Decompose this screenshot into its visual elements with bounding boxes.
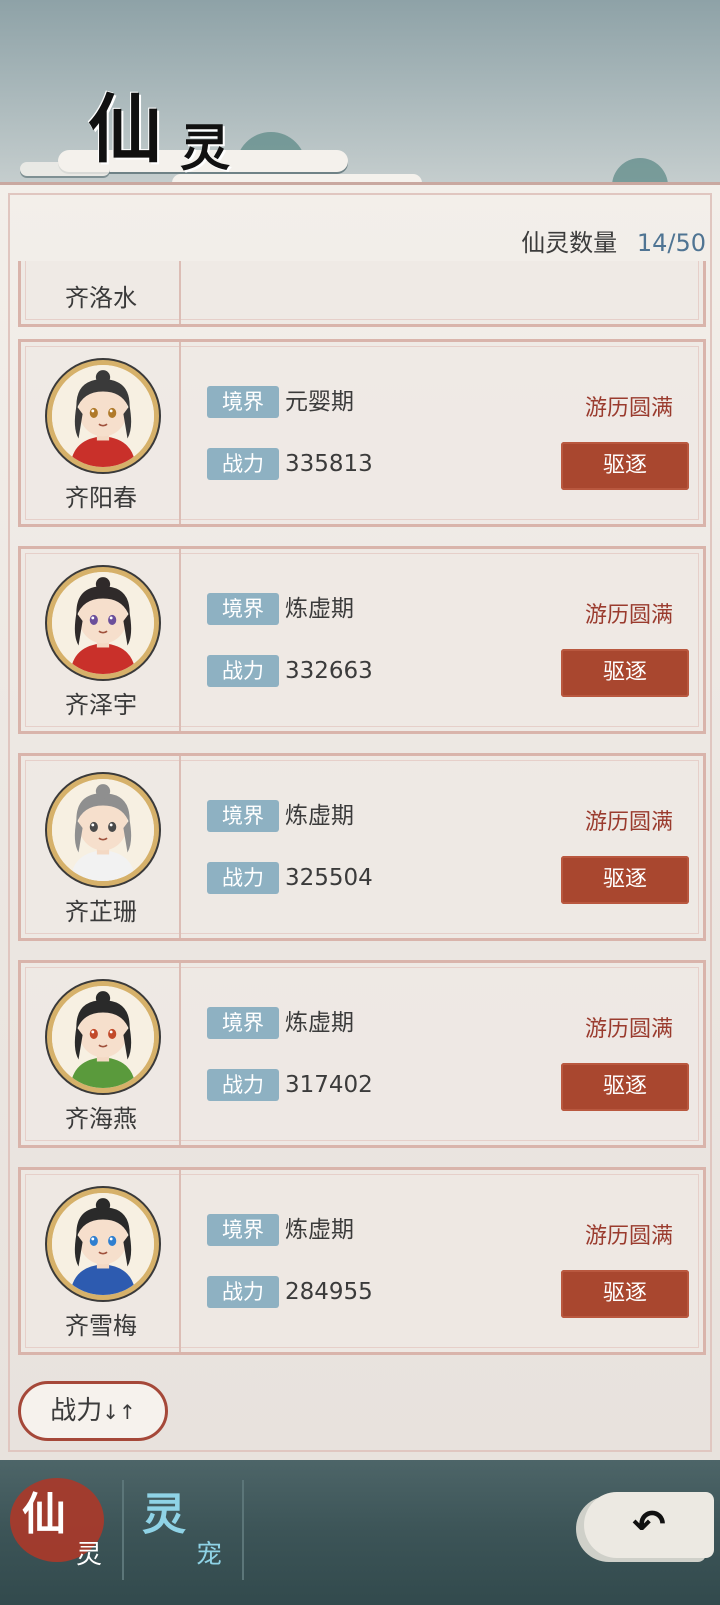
realm-value: 元婴期 [285, 389, 354, 415]
title-char-1: 仙 [88, 87, 162, 173]
tab-pets-main: 灵 [142, 1489, 186, 1540]
travel-status: 游历圆满 [584, 810, 673, 835]
expel-button[interactable]: 驱逐 [561, 856, 689, 904]
tab-pets[interactable]: 灵 宠 [130, 1470, 240, 1590]
expel-button[interactable]: 驱逐 [561, 1063, 689, 1111]
sort-label: 战力 [50, 1396, 103, 1426]
nav-divider [242, 1480, 244, 1580]
realm-value: 炼虚期 [285, 803, 354, 829]
avatar[interactable] [47, 981, 159, 1093]
list-item: 齐芷珊 境界 炼虚期 战力 325504 游历圆满 驱逐 [18, 753, 706, 941]
spirit-count-value: 14/50 [636, 229, 706, 257]
realm-tag: 境界 [207, 800, 279, 832]
back-button[interactable]: ↶ [584, 1492, 714, 1558]
spirit-count: 仙灵数量 14/50 [521, 223, 706, 258]
list-item: 齐阳春 境界 元婴期 战力 335813 游历圆满 驱逐 [18, 339, 706, 527]
spirit-name: 齐泽宇 [65, 691, 137, 719]
avatar[interactable] [47, 1188, 159, 1300]
character-portrait [52, 779, 154, 881]
power-value: 284955 [285, 1279, 373, 1305]
list-item: 齐泽宇 境界 炼虚期 战力 332663 游历圆满 驱逐 [18, 546, 706, 734]
realm-value: 炼虚期 [285, 596, 354, 622]
power-value: 325504 [285, 865, 373, 891]
expel-button[interactable]: 驱逐 [561, 442, 689, 490]
tab-spirits-main: 仙 [22, 1489, 66, 1540]
expel-button[interactable]: 驱逐 [561, 649, 689, 697]
character-portrait [52, 1193, 154, 1295]
travel-status: 游历圆满 [584, 603, 673, 628]
spirit-name: 齐芷珊 [65, 898, 137, 926]
power-tag: 战力 [207, 448, 279, 480]
travel-status: 游历圆满 [584, 1017, 673, 1042]
title-char-2: 灵 [180, 118, 230, 177]
power-value: 317402 [285, 1072, 373, 1098]
page-title: 仙 灵 [88, 70, 230, 177]
realm-value: 炼虚期 [285, 1010, 354, 1036]
travel-status: 游历圆满 [584, 1224, 673, 1249]
nav-divider [122, 1480, 124, 1580]
realm-value: 炼虚期 [285, 1217, 354, 1243]
avatar[interactable] [47, 774, 159, 886]
realm-tag: 境界 [207, 386, 279, 418]
realm-tag: 境界 [207, 1007, 279, 1039]
character-portrait [52, 986, 154, 1088]
tab-pets-sub: 宠 [196, 1540, 223, 1570]
back-arrow-icon: ↶ [632, 1502, 666, 1548]
spirit-name: 齐海燕 [65, 1105, 137, 1133]
realm-tag: 境界 [207, 1214, 279, 1246]
spirit-list-panel: 仙灵数量 14/50 齐洛水 战力 336011 驱逐 [0, 182, 720, 1460]
power-tag: 战力 [207, 862, 279, 894]
list-item: 齐雪梅 境界 炼虚期 战力 284955 游历圆满 驱逐 [18, 1167, 706, 1355]
realm-tag: 境界 [207, 593, 279, 625]
character-portrait [52, 572, 154, 674]
list-item: 齐海燕 境界 炼虚期 战力 317402 游历圆满 驱逐 [18, 960, 706, 1148]
travel-status: 游历圆满 [584, 396, 673, 421]
tab-spirits[interactable]: 仙 灵 [10, 1470, 120, 1590]
character-portrait [52, 365, 154, 467]
spirit-list[interactable]: 齐洛水 战力 336011 驱逐 齐阳春 [0, 261, 720, 1391]
bottom-nav: 仙 灵 灵 宠 ↶ [0, 1460, 720, 1605]
expel-button[interactable]: 驱逐 [561, 1270, 689, 1318]
power-tag: 战力 [207, 1069, 279, 1101]
sort-arrows-icon: ↓↑ [102, 1400, 136, 1424]
spirit-name: 齐雪梅 [65, 1312, 137, 1340]
spirit-count-label: 仙灵数量 [521, 229, 618, 257]
power-value: 335813 [285, 451, 373, 477]
tab-spirits-sub: 灵 [76, 1540, 103, 1570]
power-value: 332663 [285, 658, 373, 684]
spirit-name: 齐洛水 [65, 284, 137, 312]
avatar[interactable] [47, 360, 159, 472]
spirit-name: 齐阳春 [65, 484, 137, 512]
list-item: 齐洛水 战力 336011 驱逐 [18, 261, 706, 327]
power-tag: 战力 [207, 655, 279, 687]
power-tag: 战力 [207, 1276, 279, 1308]
header-banner: 仙 灵 [0, 0, 720, 192]
avatar[interactable] [47, 567, 159, 679]
sort-by-power-button[interactable]: 战力↓↑ [18, 1381, 168, 1441]
